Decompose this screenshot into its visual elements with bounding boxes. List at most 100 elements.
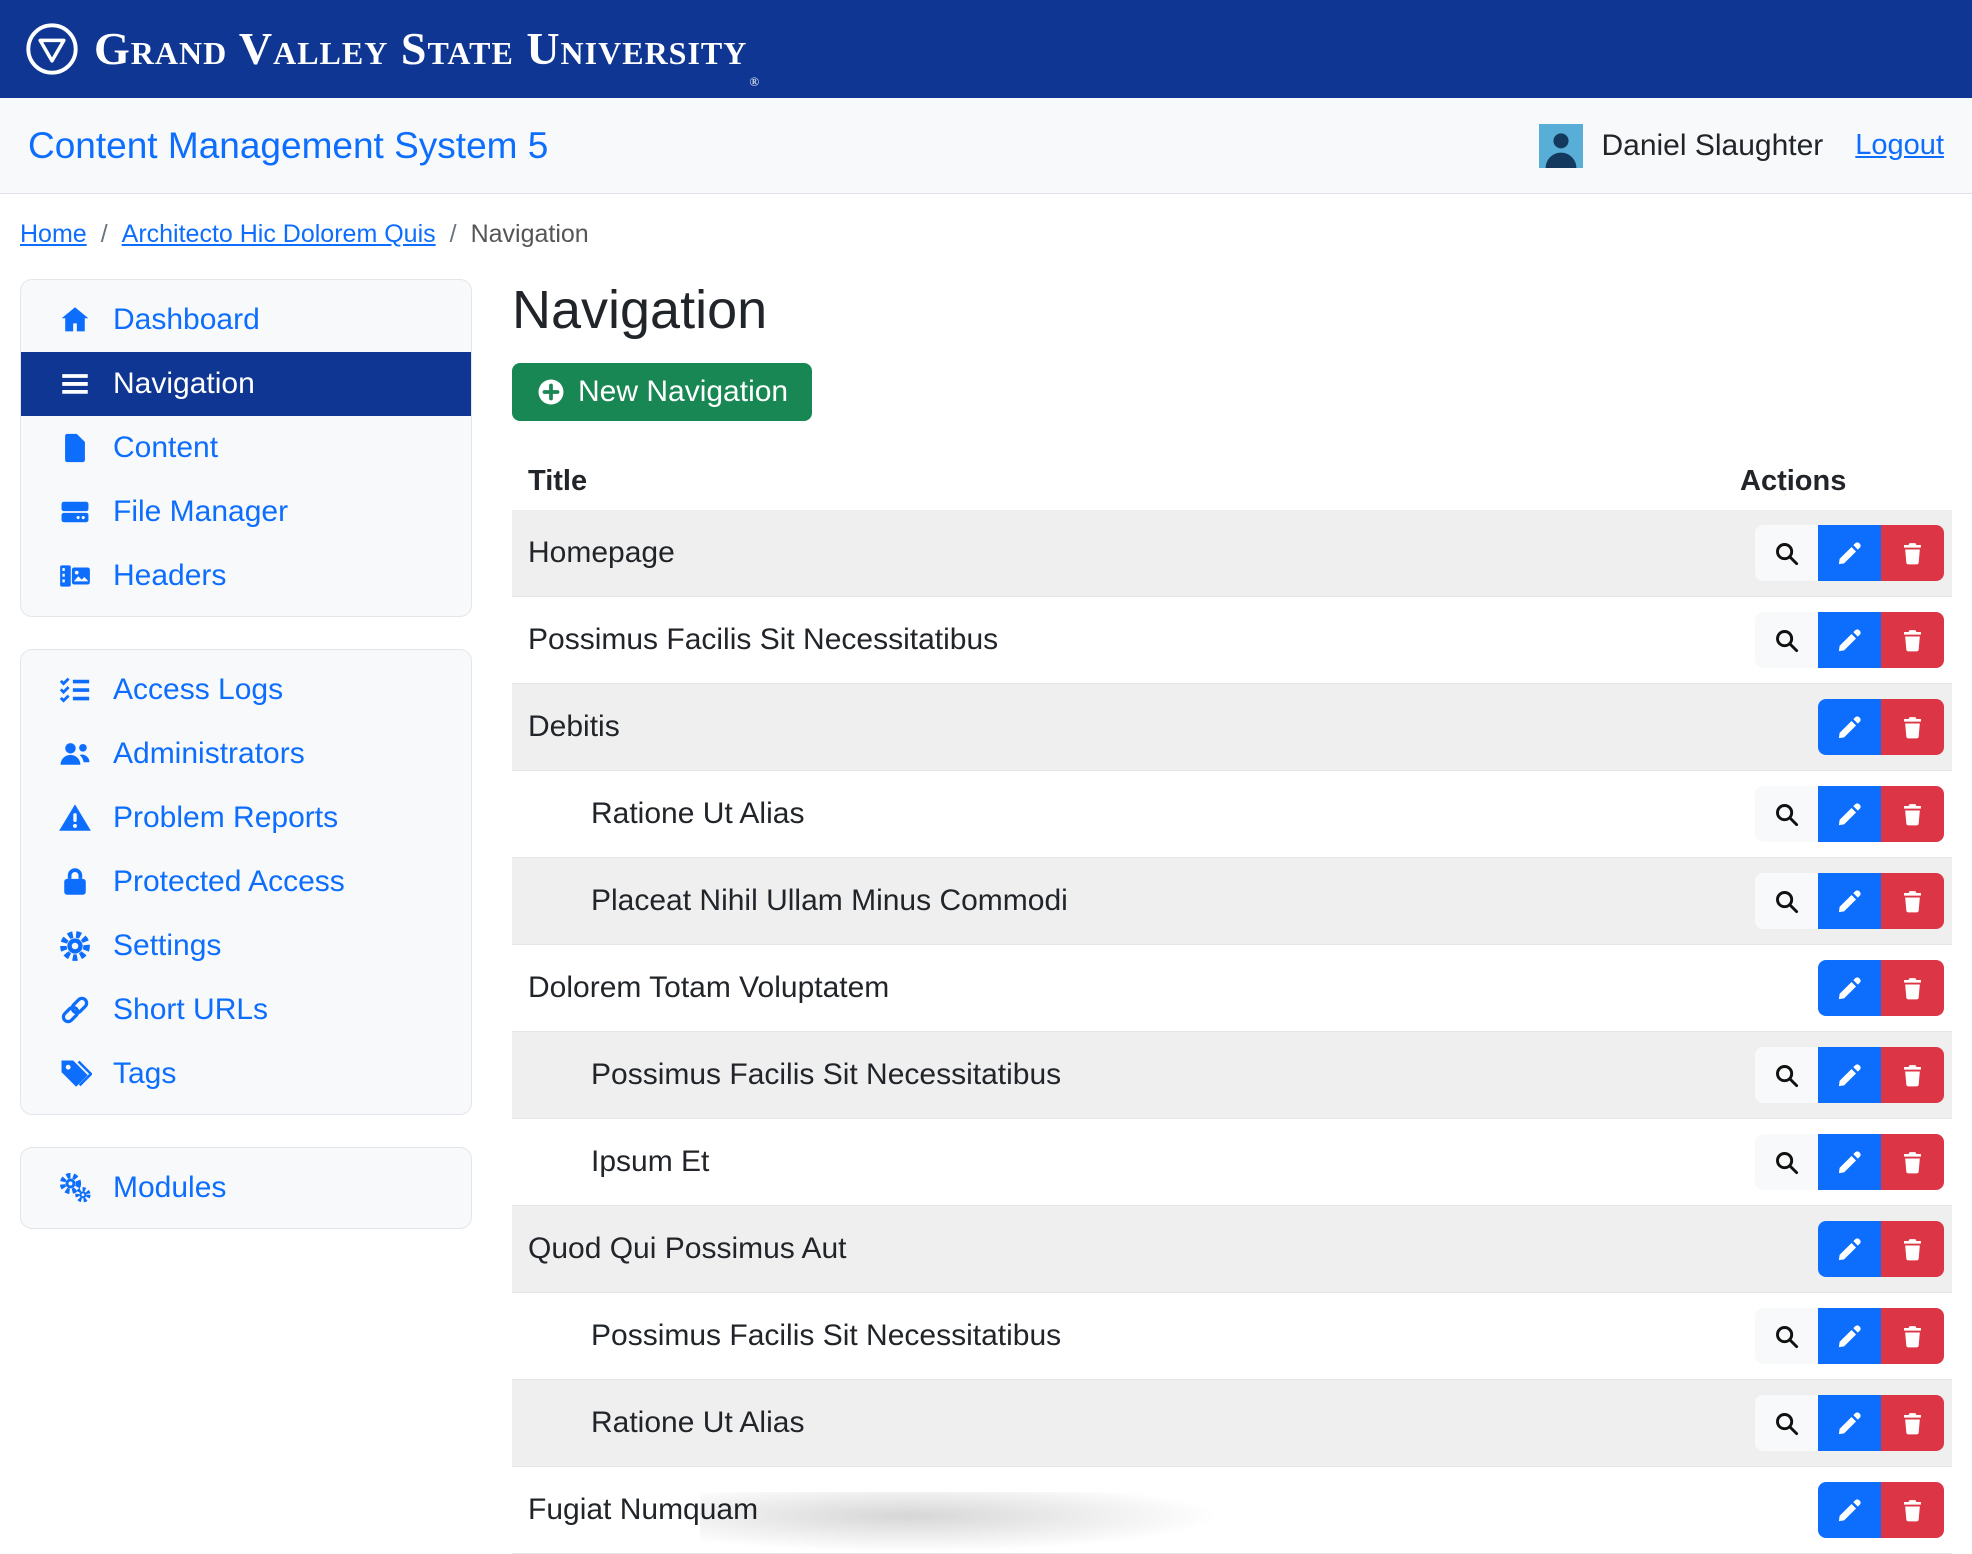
- app-title: Content Management System 5: [28, 125, 548, 167]
- table-row: Possimus Facilis Sit Necessitatibus: [512, 1293, 1952, 1380]
- university-name: Grand Valley State University: [94, 26, 747, 72]
- delete-button[interactable]: [1881, 786, 1944, 842]
- circle-plus-icon: [536, 377, 566, 407]
- column-header-actions: Actions: [1740, 465, 1936, 498]
- nav-row-title: Ipsum Et: [528, 1145, 1748, 1179]
- nav-row-title: Placeat Nihil Ullam Minus Commodi: [528, 884, 1748, 918]
- table-row: Homepage: [512, 510, 1952, 597]
- delete-button[interactable]: [1881, 1482, 1944, 1538]
- view-button[interactable]: [1755, 786, 1818, 842]
- edit-button[interactable]: [1818, 1221, 1881, 1277]
- pencil-icon: [1836, 1410, 1863, 1437]
- edit-button[interactable]: [1818, 1482, 1881, 1538]
- nav-row-title: Homepage: [528, 536, 1748, 570]
- sidebar-item-short-urls[interactable]: Short URLs: [21, 978, 471, 1042]
- sidebar-item-tags[interactable]: Tags: [21, 1042, 471, 1106]
- breadcrumb: Home / Architecto Hic Dolorem Quis / Nav…: [20, 220, 1972, 249]
- new-navigation-button[interactable]: New Navigation: [512, 363, 812, 421]
- nav-row-title: Dolorem Totam Voluptatem: [528, 971, 1748, 1005]
- edit-button[interactable]: [1818, 1395, 1881, 1451]
- sidebar-item-navigation[interactable]: Navigation: [21, 352, 471, 416]
- user-box: Daniel Slaughter Logout: [1539, 124, 1944, 168]
- breadcrumb-parent-page[interactable]: Architecto Hic Dolorem Quis: [122, 220, 436, 249]
- search-icon: [1773, 1062, 1800, 1089]
- sidebar-item-label: Content: [113, 431, 218, 465]
- sidebar-item-headers[interactable]: Headers: [21, 544, 471, 608]
- delete-button[interactable]: [1881, 1134, 1944, 1190]
- view-button[interactable]: [1755, 873, 1818, 929]
- row-actions: [1748, 1308, 1944, 1364]
- row-actions: [1748, 1047, 1944, 1103]
- delete-button[interactable]: [1881, 960, 1944, 1016]
- table-row: Ratione Ut Alias: [512, 1380, 1952, 1467]
- delete-button[interactable]: [1881, 873, 1944, 929]
- breadcrumb-home[interactable]: Home: [20, 220, 87, 249]
- hard-drive-icon: [57, 495, 93, 529]
- view-button[interactable]: [1755, 1047, 1818, 1103]
- breadcrumb-current: Navigation: [471, 220, 589, 249]
- edit-button[interactable]: [1818, 1134, 1881, 1190]
- sidebar-item-protected-access[interactable]: Protected Access: [21, 850, 471, 914]
- nav-row-title: Ratione Ut Alias: [528, 797, 1748, 831]
- delete-button[interactable]: [1881, 1221, 1944, 1277]
- users-icon: [57, 737, 93, 771]
- sidebar-item-administrators[interactable]: Administrators: [21, 722, 471, 786]
- pencil-icon: [1836, 801, 1863, 828]
- row-actions: [1748, 786, 1944, 842]
- view-button[interactable]: [1755, 1308, 1818, 1364]
- search-icon: [1773, 801, 1800, 828]
- pencil-icon: [1836, 1323, 1863, 1350]
- sidebar-item-label: Settings: [113, 929, 221, 963]
- file-icon: [57, 431, 93, 465]
- view-button[interactable]: [1755, 525, 1818, 581]
- edit-button[interactable]: [1818, 612, 1881, 668]
- sidebar-item-problem-reports[interactable]: Problem Reports: [21, 786, 471, 850]
- row-actions: [1748, 873, 1944, 929]
- sidebar-item-modules[interactable]: Modules: [21, 1156, 471, 1220]
- sidebar-item-file-manager[interactable]: File Manager: [21, 480, 471, 544]
- edit-button[interactable]: [1818, 1308, 1881, 1364]
- column-header-title: Title: [528, 465, 1740, 498]
- nav-row-title: Possimus Facilis Sit Necessitatibus: [528, 1058, 1748, 1092]
- trash-icon: [1899, 540, 1926, 567]
- table-row: Debitis: [512, 684, 1952, 771]
- delete-button[interactable]: [1881, 525, 1944, 581]
- sidebar-item-label: Short URLs: [113, 993, 268, 1027]
- logout-link[interactable]: Logout: [1855, 129, 1944, 162]
- bars-icon: [57, 367, 93, 401]
- edit-button[interactable]: [1818, 786, 1881, 842]
- edit-button[interactable]: [1818, 873, 1881, 929]
- nav-row-title: Ratione Ut Alias: [528, 1406, 1748, 1440]
- delete-button[interactable]: [1881, 1047, 1944, 1103]
- gvsu-logo-icon[interactable]: [24, 21, 80, 77]
- view-button[interactable]: [1755, 1134, 1818, 1190]
- delete-button[interactable]: [1881, 1395, 1944, 1451]
- view-button[interactable]: [1755, 612, 1818, 668]
- view-button[interactable]: [1755, 1395, 1818, 1451]
- sidebar-item-access-logs[interactable]: Access Logs: [21, 658, 471, 722]
- delete-button[interactable]: [1881, 1308, 1944, 1364]
- delete-button[interactable]: [1881, 612, 1944, 668]
- university-banner: Grand Valley State University ®: [0, 0, 1972, 98]
- edit-button[interactable]: [1818, 960, 1881, 1016]
- sidebar-item-label: Tags: [113, 1057, 176, 1091]
- main-content: Navigation New Navigation Title Actions …: [512, 279, 1952, 1554]
- edit-button[interactable]: [1818, 525, 1881, 581]
- search-icon: [1773, 888, 1800, 915]
- search-icon: [1773, 1149, 1800, 1176]
- table-row: Placeat Nihil Ullam Minus Commodi: [512, 858, 1952, 945]
- list-check-icon: [57, 673, 93, 707]
- sidebar-item-content[interactable]: Content: [21, 416, 471, 480]
- table-row: Possimus Facilis Sit Necessitatibus: [512, 1032, 1952, 1119]
- registered-mark: ®: [749, 74, 759, 90]
- sidebar-item-label: Access Logs: [113, 673, 283, 707]
- edit-button[interactable]: [1818, 699, 1881, 755]
- trash-icon: [1899, 1149, 1926, 1176]
- tag-icon: [57, 1057, 93, 1091]
- edit-button[interactable]: [1818, 1047, 1881, 1103]
- sidebar-item-label: Protected Access: [113, 865, 345, 899]
- sidebar-item-dashboard[interactable]: Dashboard: [21, 288, 471, 352]
- sidebar-item-label: Administrators: [113, 737, 305, 771]
- sidebar-item-settings[interactable]: Settings: [21, 914, 471, 978]
- delete-button[interactable]: [1881, 699, 1944, 755]
